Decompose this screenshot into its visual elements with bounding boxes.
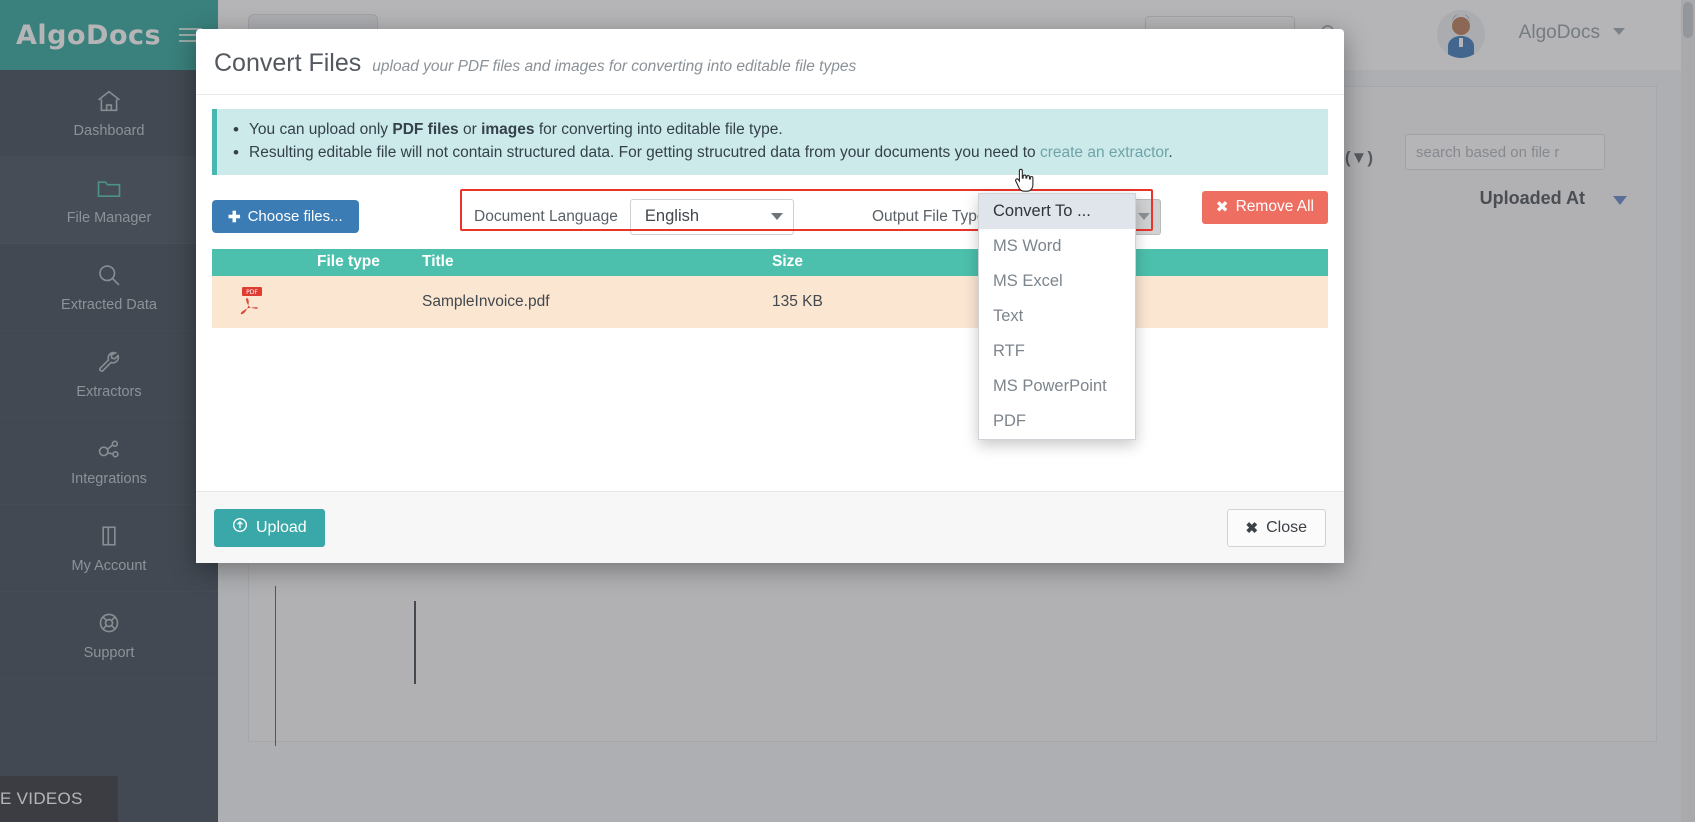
cell-file-type <box>317 275 422 328</box>
modal-subtitle: upload your PDF files and images for con… <box>372 58 857 75</box>
close-label: Close <box>1266 518 1307 536</box>
plus-icon: ✚ <box>228 208 241 226</box>
th-title: Title <box>422 248 772 276</box>
close-x-icon: ✖ <box>1245 519 1259 537</box>
cell-file-icon: PDF <box>212 275 317 328</box>
info-line-1-post: for converting into editable file type. <box>534 121 783 138</box>
pdf-file-icon: PDF <box>238 286 264 318</box>
files-table-body: PDF SampleInvoice.pdf 135 KB <box>212 275 1328 328</box>
info-line-2-pre: Resulting editable file will not contain… <box>249 144 1040 162</box>
files-table: File type Title Size PDF SampleInvoice.p… <box>212 248 1328 328</box>
info-line-2: Resulting editable file will not contain… <box>231 140 1314 166</box>
svg-text:PDF: PDF <box>246 289 258 296</box>
modal-footer: Upload ✖ Close <box>196 491 1344 563</box>
page-title: Convert Files <box>214 49 362 77</box>
remove-all-button[interactable]: ✖ Remove All <box>1201 190 1328 224</box>
info-line-1-bold-pdf: PDF files <box>392 121 459 138</box>
document-language-field: Document Language English <box>474 198 794 235</box>
info-banner: You can upload only PDF files or images … <box>212 109 1328 175</box>
files-table-head: File type Title Size <box>212 248 1328 276</box>
th-icon <box>212 248 317 276</box>
output-file-type-label: Output File Type <box>872 207 986 225</box>
chevron-down-icon <box>1138 213 1151 220</box>
choose-files-label: Choose files... <box>247 208 343 225</box>
info-line-1-bold-images: images <box>481 121 535 138</box>
dropdown-option-pdf[interactable]: PDF <box>979 404 1135 439</box>
remove-all-label: Remove All <box>1235 198 1314 215</box>
dropdown-option-text[interactable]: Text <box>979 299 1135 334</box>
info-line-1-pre: You can upload only <box>249 121 393 138</box>
cell-title: SampleInvoice.pdf <box>422 275 772 328</box>
table-header-row: File type Title Size <box>212 248 1328 276</box>
document-language-select[interactable]: English <box>629 198 794 235</box>
th-file-type: File type <box>317 248 422 276</box>
chevron-down-icon <box>770 213 783 220</box>
upload-circle-icon <box>232 517 248 538</box>
create-extractor-link[interactable]: create an extractor <box>1040 144 1168 161</box>
dropdown-option-ms-word[interactable]: MS Word <box>979 229 1135 264</box>
modal-toolbar: ✚ Choose files... Document Language Engl… <box>212 188 1328 245</box>
app-root: AlgoDocs Dashboard File Manager Extracte… <box>0 0 1695 822</box>
info-line-1: You can upload only PDF files or images … <box>231 117 1314 143</box>
info-line-1-mid: or <box>458 121 482 138</box>
table-row[interactable]: PDF SampleInvoice.pdf 135 KB <box>212 275 1328 328</box>
modal-body: You can upload only PDF files or images … <box>196 95 1344 491</box>
dropdown-option-ms-powerpoint[interactable]: MS PowerPoint <box>979 369 1135 404</box>
dropdown-option-rtf[interactable]: RTF <box>979 334 1135 369</box>
close-button[interactable]: ✖ Close <box>1226 508 1326 547</box>
upload-button[interactable]: Upload <box>214 508 325 547</box>
document-language-label: Document Language <box>474 207 618 225</box>
dropdown-option-convert-to[interactable]: Convert To ... <box>979 194 1135 229</box>
output-file-type-dropdown[interactable]: Convert To ... MS Word MS Excel Text RTF… <box>978 193 1136 440</box>
choose-files-button[interactable]: ✚ Choose files... <box>212 200 359 233</box>
upload-label: Upload <box>256 518 307 536</box>
modal-header: Convert Files upload your PDF files and … <box>196 29 1344 95</box>
dropdown-option-ms-excel[interactable]: MS Excel <box>979 264 1135 299</box>
close-x-icon: ✖ <box>1215 198 1229 216</box>
info-line-2-post: . <box>1168 144 1173 162</box>
convert-files-modal: Convert Files upload your PDF files and … <box>196 29 1344 563</box>
document-language-value: English <box>644 207 700 225</box>
